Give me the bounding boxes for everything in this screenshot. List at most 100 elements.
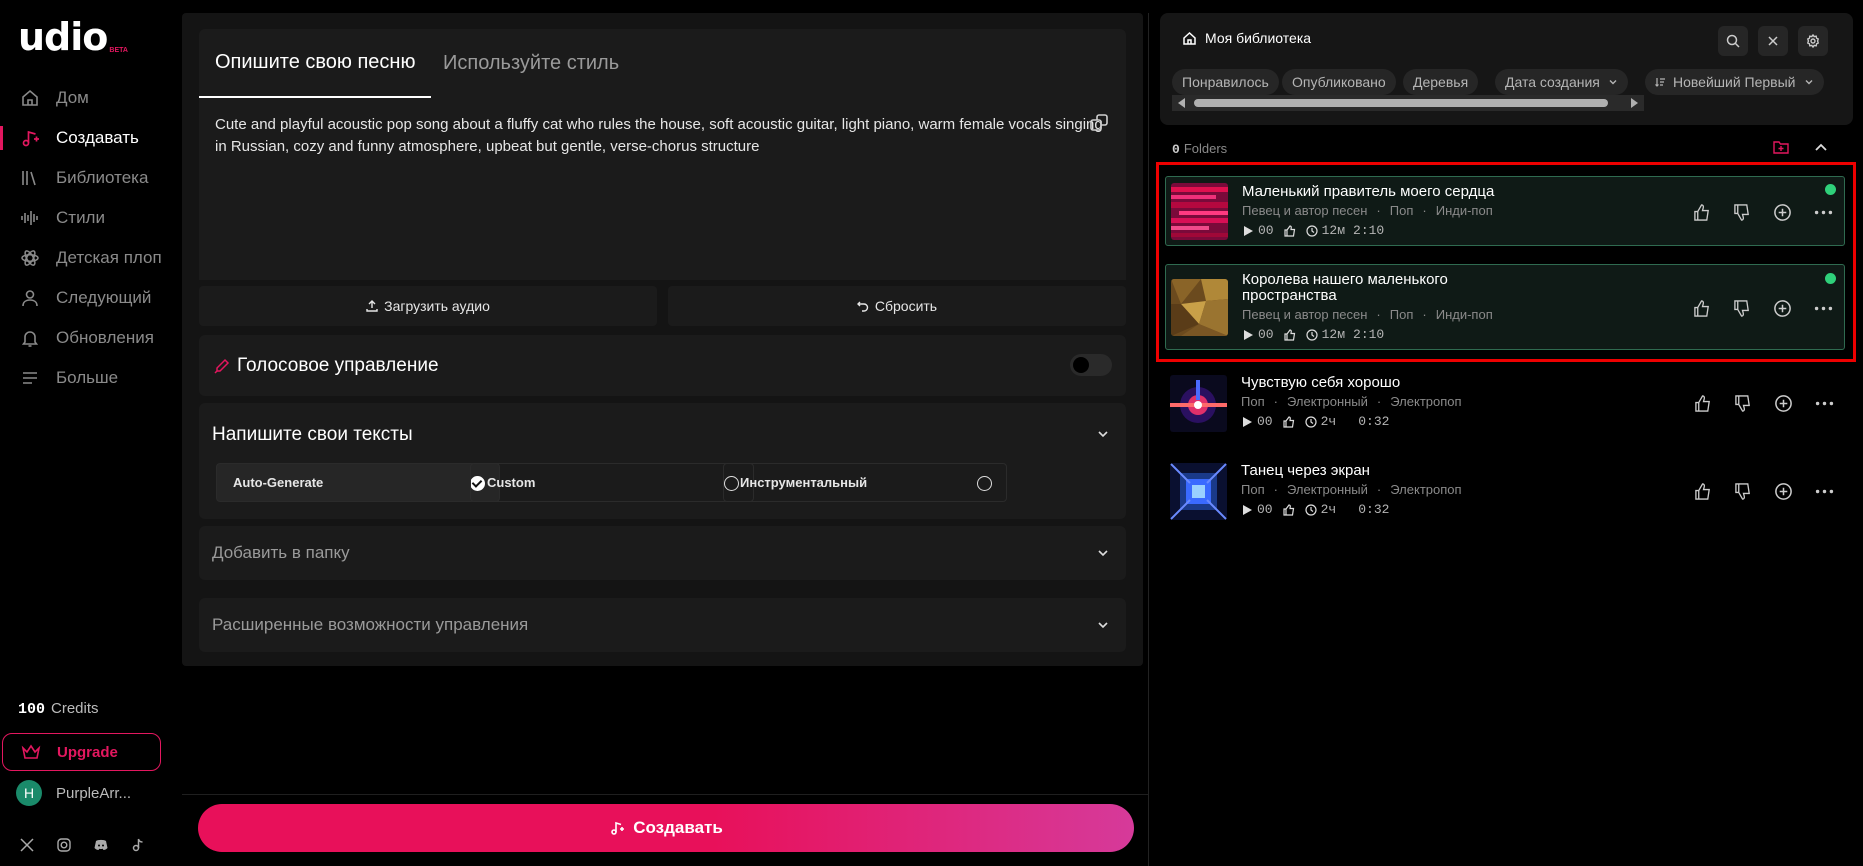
tag[interactable]: Поп bbox=[1390, 203, 1414, 218]
menu-icon bbox=[20, 368, 40, 388]
settings-button[interactable] bbox=[1798, 26, 1828, 56]
more-options-icon[interactable] bbox=[1812, 298, 1834, 318]
reset-button[interactable]: Сбросить bbox=[668, 286, 1126, 326]
option-instrumental[interactable]: Инструментальный bbox=[723, 463, 1007, 502]
tag[interactable]: Электропоп bbox=[1390, 394, 1461, 409]
sidebar-item-styles[interactable]: Стили bbox=[0, 198, 170, 238]
add-to-folder-section[interactable]: Добавить в папку bbox=[199, 526, 1126, 580]
tag[interactable]: Инди-поп bbox=[1436, 307, 1493, 322]
thumbs-up-icon[interactable] bbox=[1693, 393, 1713, 413]
new-folder-icon[interactable] bbox=[1773, 140, 1789, 154]
song-row[interactable]: Королева нашего маленького пространства … bbox=[1165, 264, 1845, 350]
thumbs-down-icon[interactable] bbox=[1732, 202, 1752, 222]
search-button[interactable] bbox=[1718, 26, 1748, 56]
song-actions bbox=[1693, 393, 1835, 413]
filter-trees[interactable]: Деревья bbox=[1403, 69, 1479, 95]
create-button[interactable]: Создавать bbox=[198, 804, 1134, 852]
thumbs-up-icon[interactable] bbox=[1693, 481, 1713, 501]
tab-use-style[interactable]: Используйте стиль bbox=[427, 29, 635, 98]
sidebar-item-playground[interactable]: Детская плоп bbox=[0, 238, 170, 278]
song-row[interactable]: Чувствую себя хорошо Поп · Электронный · Эле… bbox=[1165, 368, 1845, 438]
tag[interactable]: Электропоп bbox=[1390, 482, 1461, 497]
user-profile[interactable]: H PurpleArr... bbox=[16, 780, 131, 806]
scroll-right-icon[interactable] bbox=[1631, 98, 1638, 108]
home-icon bbox=[20, 88, 40, 108]
tag[interactable]: Поп bbox=[1390, 307, 1414, 322]
sidebar-item-updates[interactable]: Обновления bbox=[0, 318, 170, 358]
add-circle-icon[interactable] bbox=[1772, 298, 1792, 318]
thumbs-down-icon[interactable] bbox=[1732, 298, 1752, 318]
add-circle-icon[interactable] bbox=[1773, 393, 1793, 413]
sidebar-item-label: Детская плоп bbox=[56, 248, 162, 267]
song-title[interactable]: Чувствую себя хорошо bbox=[1241, 375, 1541, 391]
user-icon bbox=[20, 288, 40, 308]
sort-newest-first[interactable]: Новейший Первый bbox=[1645, 69, 1824, 95]
scroll-left-icon[interactable] bbox=[1178, 98, 1185, 108]
more-options-icon[interactable] bbox=[1813, 481, 1835, 501]
song-title[interactable]: Королева нашего маленького пространства bbox=[1242, 272, 1542, 304]
create-tabs: Опишите свою песню Используйте стиль bbox=[199, 29, 1126, 98]
status-dot bbox=[1825, 273, 1836, 284]
option-auto-generate[interactable]: Auto-Generate bbox=[216, 463, 500, 502]
advanced-controls-section[interactable]: Расширенные возможности управления bbox=[199, 598, 1126, 652]
song-stats: 00 2ч 0:32 bbox=[1241, 502, 1389, 517]
filter-liked[interactable]: Понравилось bbox=[1172, 69, 1279, 95]
play-icon bbox=[1243, 416, 1252, 427]
sidebar-item-label: Стили bbox=[56, 208, 105, 227]
thumbs-up-icon[interactable] bbox=[1692, 298, 1712, 318]
close-button[interactable] bbox=[1758, 26, 1788, 56]
sidebar-item-create[interactable]: Создавать bbox=[0, 118, 170, 158]
thumbs-up-icon bbox=[1283, 503, 1294, 516]
song-row[interactable]: Маленький правитель моего сердца Певец и… bbox=[1165, 176, 1845, 246]
sidebar-item-label: Больше bbox=[56, 368, 119, 387]
prompt-textarea[interactable]: Cute and playful acoustic pop song about… bbox=[199, 98, 1126, 280]
x-icon[interactable] bbox=[18, 836, 36, 854]
song-row[interactable]: Танец через экран Поп · Электронный · Электр… bbox=[1165, 456, 1845, 526]
sidebar-item-home[interactable]: Дом bbox=[0, 78, 170, 118]
song-stats: 00 2ч 0:32 bbox=[1241, 414, 1389, 429]
add-circle-icon[interactable] bbox=[1773, 481, 1793, 501]
add-circle-icon[interactable] bbox=[1772, 202, 1792, 222]
tag[interactable]: Певец и автор песен bbox=[1242, 307, 1367, 322]
tag[interactable]: Инди-поп bbox=[1436, 203, 1493, 218]
more-options-icon[interactable] bbox=[1812, 202, 1834, 222]
tag[interactable]: Певец и автор песен bbox=[1242, 203, 1367, 218]
logo[interactable]: udio BETA bbox=[18, 18, 128, 56]
tag[interactable]: Поп bbox=[1241, 482, 1265, 497]
sidebar-item-library[interactable]: Библиотека bbox=[0, 158, 170, 198]
song-title[interactable]: Маленький правитель моего сердца bbox=[1242, 184, 1542, 200]
tab-describe-song[interactable]: Опишите свою песню bbox=[199, 29, 432, 98]
chevron-up-icon[interactable] bbox=[1814, 141, 1828, 155]
tiktok-icon[interactable] bbox=[129, 836, 147, 854]
thumbs-down-icon[interactable] bbox=[1733, 393, 1753, 413]
filter-published[interactable]: Опубликовано bbox=[1282, 69, 1396, 95]
thumbs-up-icon[interactable] bbox=[1692, 202, 1712, 222]
sidebar-item-more[interactable]: Больше bbox=[0, 358, 170, 398]
upload-audio-button[interactable]: Загрузить аудио bbox=[199, 286, 657, 326]
upgrade-button[interactable]: Upgrade bbox=[2, 733, 161, 771]
song-title[interactable]: Танец через экран bbox=[1241, 463, 1541, 479]
advanced-label: Расширенные возможности управления bbox=[212, 615, 529, 634]
logo-text: udio bbox=[18, 15, 108, 59]
shuffle-icon[interactable] bbox=[1088, 112, 1110, 134]
more-options-icon[interactable] bbox=[1813, 393, 1835, 413]
discord-icon[interactable] bbox=[92, 836, 110, 854]
song-duration: 0:32 bbox=[1358, 502, 1390, 517]
instagram-icon[interactable] bbox=[55, 836, 73, 854]
thumbs-down-icon[interactable] bbox=[1733, 481, 1753, 501]
reset-label: Сбросить bbox=[874, 298, 938, 314]
sidebar-item-following[interactable]: Следующий bbox=[0, 278, 170, 318]
chevron-down-icon bbox=[1098, 550, 1108, 557]
song-age: 2ч bbox=[1320, 502, 1337, 517]
option-custom[interactable]: Custom bbox=[470, 463, 754, 502]
filters-scrollbar[interactable] bbox=[1172, 95, 1644, 111]
chevron-down-icon[interactable] bbox=[1096, 427, 1110, 441]
tag[interactable]: Электронный bbox=[1287, 394, 1368, 409]
voice-control-toggle[interactable] bbox=[1070, 354, 1112, 376]
app-root: udio BETA Дом Создавать Библиотека Стили bbox=[0, 0, 1863, 866]
tag[interactable]: Электронный bbox=[1287, 482, 1368, 497]
music-note-icon bbox=[611, 821, 625, 835]
tag[interactable]: Поп bbox=[1241, 394, 1265, 409]
filter-date-created[interactable]: Дата создания bbox=[1495, 69, 1628, 95]
scrollbar-thumb[interactable] bbox=[1194, 99, 1608, 107]
